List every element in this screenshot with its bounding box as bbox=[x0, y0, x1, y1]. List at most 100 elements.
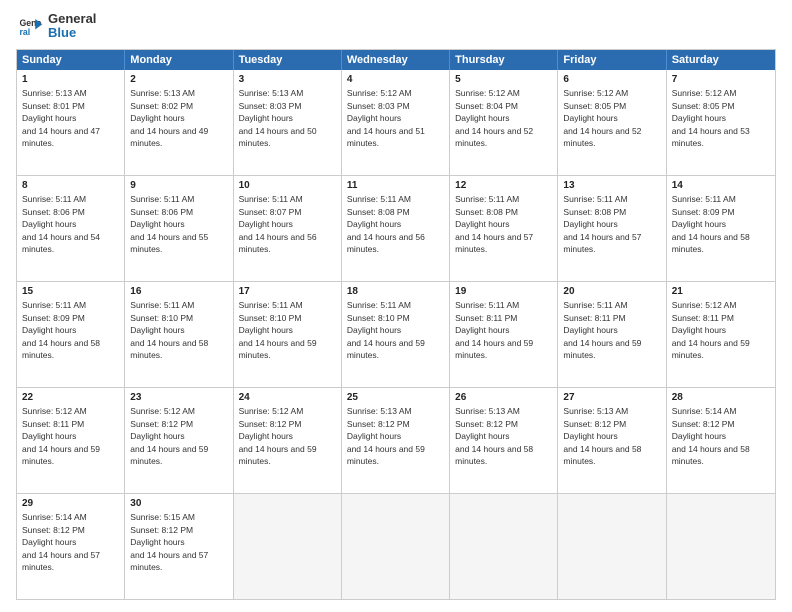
daylight-value: and 14 hours and 56 minutes. bbox=[347, 232, 425, 254]
daylight-label: Daylight hours bbox=[455, 113, 509, 123]
empty-cell bbox=[450, 494, 558, 599]
day-number: 1 bbox=[22, 73, 119, 87]
day-number: 28 bbox=[672, 391, 770, 405]
day-number: 24 bbox=[239, 391, 336, 405]
daylight-value: and 14 hours and 55 minutes. bbox=[130, 232, 208, 254]
daylight-value: and 14 hours and 59 minutes. bbox=[563, 338, 641, 360]
sunset-text: Sunset: 8:11 PM bbox=[672, 313, 734, 323]
daylight-label: Daylight hours bbox=[130, 431, 184, 441]
day-cell-22: 22 Sunrise: 5:12 AM Sunset: 8:11 PM Dayl… bbox=[17, 388, 125, 493]
sunset-text: Sunset: 8:11 PM bbox=[455, 313, 517, 323]
day-header-tuesday: Tuesday bbox=[234, 50, 342, 70]
calendar-week-5: 29 Sunrise: 5:14 AM Sunset: 8:12 PM Dayl… bbox=[17, 494, 775, 599]
sunset-text: Sunset: 8:11 PM bbox=[563, 313, 625, 323]
sunrise-text: Sunrise: 5:13 AM bbox=[455, 406, 520, 416]
sunset-text: Sunset: 8:12 PM bbox=[239, 419, 302, 429]
calendar-week-4: 22 Sunrise: 5:12 AM Sunset: 8:11 PM Dayl… bbox=[17, 388, 775, 494]
daylight-value: and 14 hours and 58 minutes. bbox=[672, 232, 750, 254]
daylight-value: and 14 hours and 59 minutes. bbox=[347, 444, 425, 466]
day-number: 14 bbox=[672, 179, 770, 193]
sunrise-text: Sunrise: 5:12 AM bbox=[563, 88, 628, 98]
daylight-label: Daylight hours bbox=[563, 325, 617, 335]
day-cell-15: 15 Sunrise: 5:11 AM Sunset: 8:09 PM Dayl… bbox=[17, 282, 125, 387]
day-number: 12 bbox=[455, 179, 552, 193]
logo-name: General Blue bbox=[48, 12, 96, 41]
sunrise-text: Sunrise: 5:11 AM bbox=[455, 194, 519, 204]
sunset-text: Sunset: 8:12 PM bbox=[672, 419, 735, 429]
day-cell-19: 19 Sunrise: 5:11 AM Sunset: 8:11 PM Dayl… bbox=[450, 282, 558, 387]
daylight-label: Daylight hours bbox=[347, 325, 401, 335]
day-number: 7 bbox=[672, 73, 770, 87]
day-cell-18: 18 Sunrise: 5:11 AM Sunset: 8:10 PM Dayl… bbox=[342, 282, 450, 387]
day-number: 22 bbox=[22, 391, 119, 405]
daylight-label: Daylight hours bbox=[22, 219, 76, 229]
sunset-text: Sunset: 8:03 PM bbox=[347, 101, 410, 111]
day-cell-17: 17 Sunrise: 5:11 AM Sunset: 8:10 PM Dayl… bbox=[234, 282, 342, 387]
daylight-label: Daylight hours bbox=[22, 325, 76, 335]
day-number: 18 bbox=[347, 285, 444, 299]
day-cell-27: 27 Sunrise: 5:13 AM Sunset: 8:12 PM Dayl… bbox=[558, 388, 666, 493]
sunrise-text: Sunrise: 5:12 AM bbox=[130, 406, 195, 416]
day-cell-8: 8 Sunrise: 5:11 AM Sunset: 8:06 PM Dayli… bbox=[17, 176, 125, 281]
page: Gene ral General Blue SundayMondayTuesda… bbox=[0, 0, 792, 612]
sunset-text: Sunset: 8:10 PM bbox=[130, 313, 193, 323]
daylight-label: Daylight hours bbox=[563, 113, 617, 123]
day-cell-5: 5 Sunrise: 5:12 AM Sunset: 8:04 PM Dayli… bbox=[450, 70, 558, 175]
day-number: 2 bbox=[130, 73, 227, 87]
calendar-week-2: 8 Sunrise: 5:11 AM Sunset: 8:06 PM Dayli… bbox=[17, 176, 775, 282]
daylight-value: and 14 hours and 59 minutes. bbox=[347, 338, 425, 360]
daylight-value: and 14 hours and 59 minutes. bbox=[239, 338, 317, 360]
day-cell-10: 10 Sunrise: 5:11 AM Sunset: 8:07 PM Dayl… bbox=[234, 176, 342, 281]
daylight-value: and 14 hours and 58 minutes. bbox=[563, 444, 641, 466]
day-cell-20: 20 Sunrise: 5:11 AM Sunset: 8:11 PM Dayl… bbox=[558, 282, 666, 387]
empty-cell bbox=[234, 494, 342, 599]
sunrise-text: Sunrise: 5:13 AM bbox=[347, 406, 412, 416]
day-number: 27 bbox=[563, 391, 660, 405]
daylight-label: Daylight hours bbox=[563, 431, 617, 441]
daylight-label: Daylight hours bbox=[239, 325, 293, 335]
daylight-value: and 14 hours and 59 minutes. bbox=[455, 338, 533, 360]
sunrise-text: Sunrise: 5:13 AM bbox=[239, 88, 304, 98]
daylight-label: Daylight hours bbox=[563, 219, 617, 229]
day-number: 20 bbox=[563, 285, 660, 299]
daylight-value: and 14 hours and 47 minutes. bbox=[22, 126, 100, 148]
daylight-value: and 14 hours and 57 minutes. bbox=[563, 232, 641, 254]
sunset-text: Sunset: 8:12 PM bbox=[22, 525, 85, 535]
sunrise-text: Sunrise: 5:11 AM bbox=[22, 300, 86, 310]
day-cell-9: 9 Sunrise: 5:11 AM Sunset: 8:06 PM Dayli… bbox=[125, 176, 233, 281]
sunset-text: Sunset: 8:08 PM bbox=[563, 207, 626, 217]
daylight-value: and 14 hours and 56 minutes. bbox=[239, 232, 317, 254]
daylight-label: Daylight hours bbox=[22, 537, 76, 547]
day-cell-14: 14 Sunrise: 5:11 AM Sunset: 8:09 PM Dayl… bbox=[667, 176, 775, 281]
daylight-value: and 14 hours and 57 minutes. bbox=[22, 550, 100, 572]
sunrise-text: Sunrise: 5:12 AM bbox=[22, 406, 87, 416]
day-number: 3 bbox=[239, 73, 336, 87]
daylight-value: and 14 hours and 54 minutes. bbox=[22, 232, 100, 254]
day-cell-13: 13 Sunrise: 5:11 AM Sunset: 8:08 PM Dayl… bbox=[558, 176, 666, 281]
day-number: 15 bbox=[22, 285, 119, 299]
day-header-thursday: Thursday bbox=[450, 50, 558, 70]
day-number: 9 bbox=[130, 179, 227, 193]
daylight-value: and 14 hours and 59 minutes. bbox=[130, 444, 208, 466]
sunrise-text: Sunrise: 5:13 AM bbox=[130, 88, 195, 98]
daylight-label: Daylight hours bbox=[455, 325, 509, 335]
daylight-value: and 14 hours and 58 minutes. bbox=[22, 338, 100, 360]
day-number: 21 bbox=[672, 285, 770, 299]
daylight-label: Daylight hours bbox=[130, 325, 184, 335]
daylight-label: Daylight hours bbox=[239, 219, 293, 229]
day-number: 23 bbox=[130, 391, 227, 405]
sunrise-text: Sunrise: 5:13 AM bbox=[22, 88, 87, 98]
sunrise-text: Sunrise: 5:14 AM bbox=[22, 512, 87, 522]
sunrise-text: Sunrise: 5:12 AM bbox=[347, 88, 412, 98]
day-header-saturday: Saturday bbox=[667, 50, 775, 70]
day-number: 5 bbox=[455, 73, 552, 87]
day-header-wednesday: Wednesday bbox=[342, 50, 450, 70]
calendar-header-row: SundayMondayTuesdayWednesdayThursdayFrid… bbox=[17, 50, 775, 70]
daylight-label: Daylight hours bbox=[672, 431, 726, 441]
day-cell-26: 26 Sunrise: 5:13 AM Sunset: 8:12 PM Dayl… bbox=[450, 388, 558, 493]
sunset-text: Sunset: 8:12 PM bbox=[563, 419, 626, 429]
sunrise-text: Sunrise: 5:11 AM bbox=[130, 300, 194, 310]
day-cell-2: 2 Sunrise: 5:13 AM Sunset: 8:02 PM Dayli… bbox=[125, 70, 233, 175]
daylight-label: Daylight hours bbox=[672, 219, 726, 229]
day-number: 25 bbox=[347, 391, 444, 405]
